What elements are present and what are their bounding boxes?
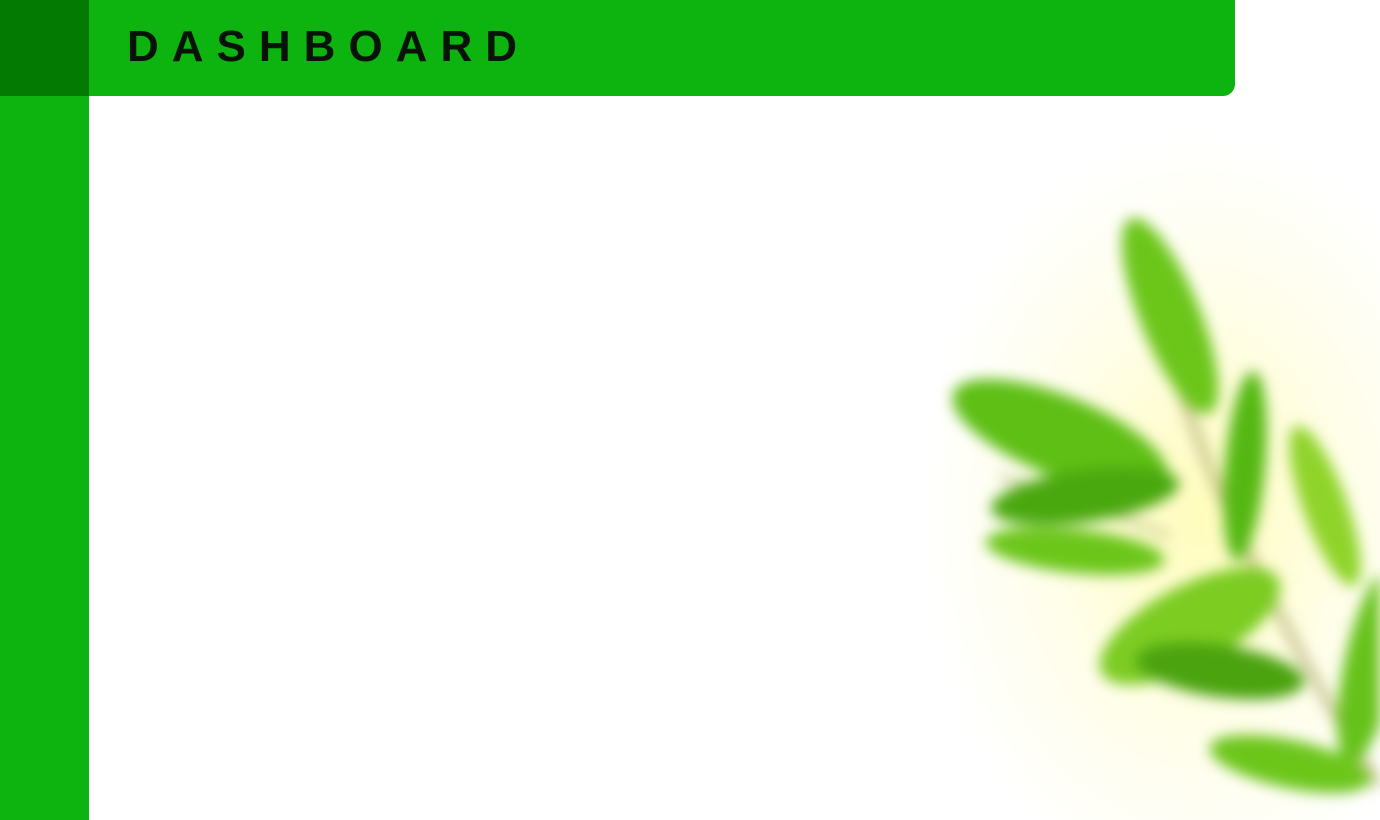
- top-header: DASHBOARD: [89, 0, 1235, 96]
- sidebar-logo-area: [0, 0, 89, 96]
- page-title: DASHBOARD: [127, 22, 530, 71]
- leaves-decoration: [700, 96, 1380, 820]
- sidebar: [0, 0, 89, 820]
- blurred-leaves-image: [952, 217, 1380, 794]
